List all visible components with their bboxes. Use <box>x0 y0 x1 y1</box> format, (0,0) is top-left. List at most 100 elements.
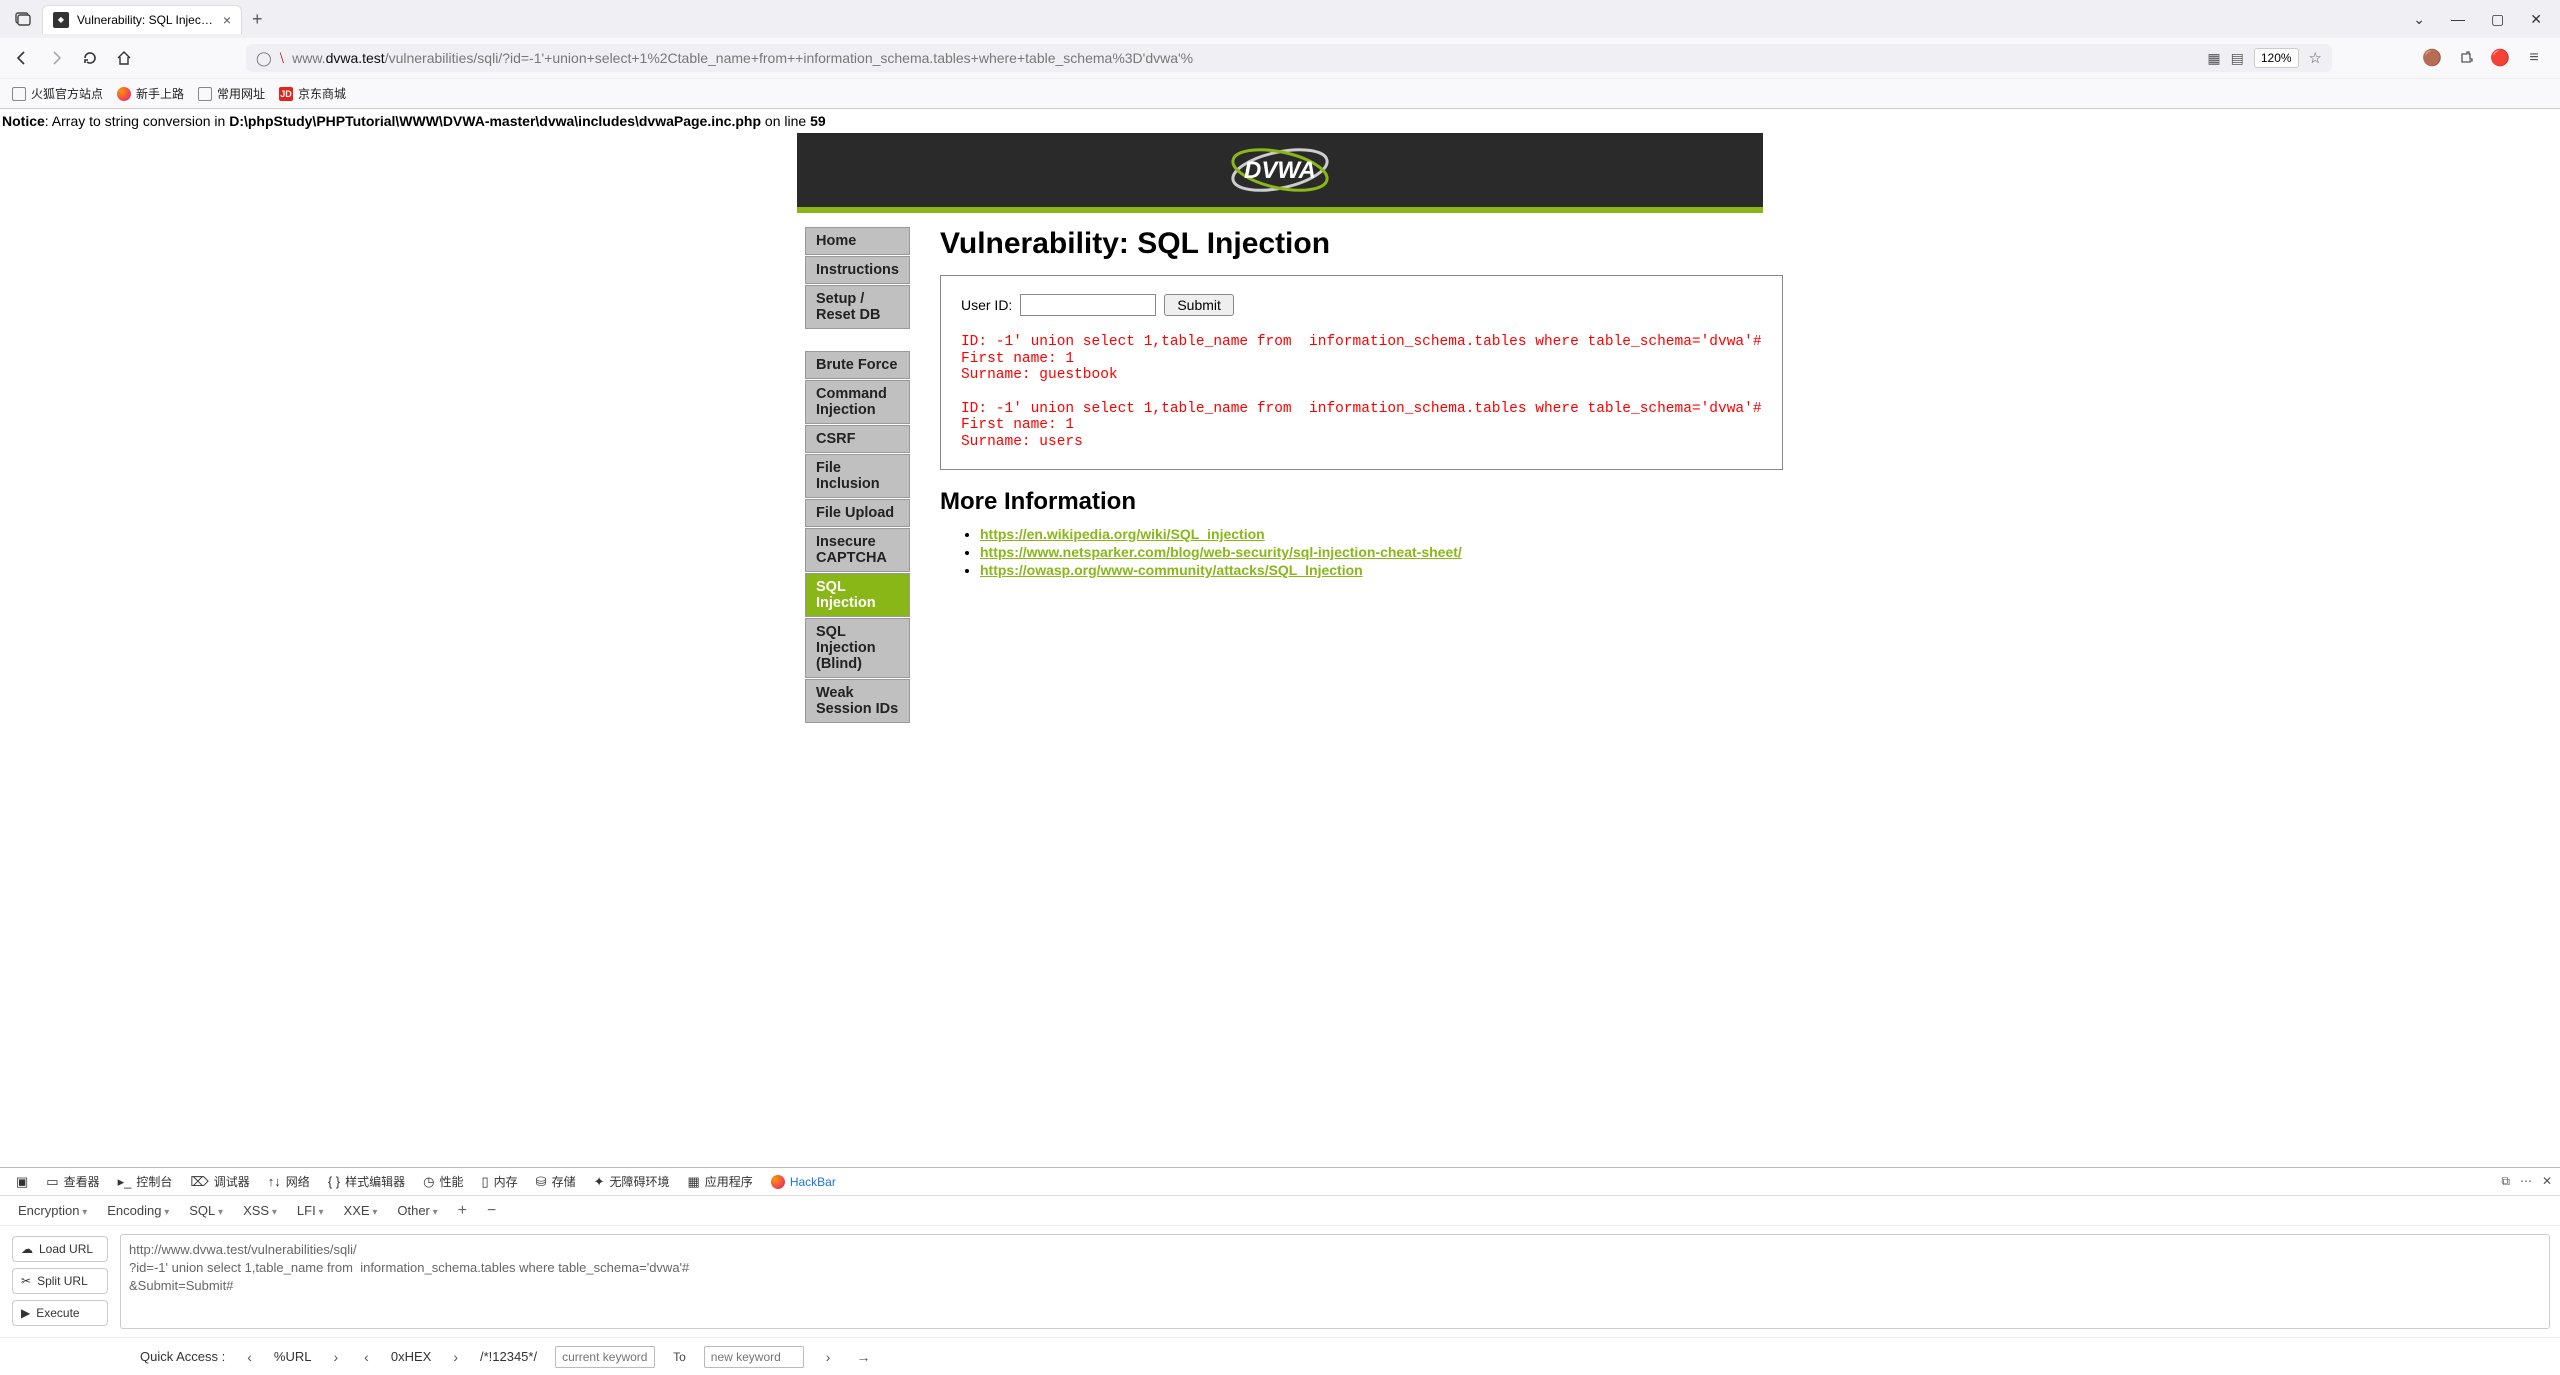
tabs-dropdown-icon[interactable]: ⌄ <box>2409 7 2429 32</box>
tab-application[interactable]: ▦应用程序 <box>680 1169 761 1194</box>
qa-go-icon[interactable]: → <box>852 1349 874 1365</box>
close-window-button[interactable]: ✕ <box>2526 7 2546 32</box>
extension-icon-2[interactable]: 🔴 <box>2490 48 2510 68</box>
tab-title: Vulnerability: SQL Injection :: <box>77 13 215 27</box>
menu-xxe[interactable]: XXE <box>344 1203 378 1218</box>
extension-icon-1[interactable]: 🟤 <box>2422 48 2442 68</box>
split-url-button[interactable]: ✂Split URL <box>12 1268 108 1294</box>
tab-storage[interactable]: ⛁存储 <box>528 1169 584 1194</box>
menu-lfi[interactable]: LFI <box>297 1203 324 1218</box>
devtools-more-icon[interactable]: ⋯ <box>2520 1174 2532 1189</box>
tab-label: 调试器 <box>214 1173 250 1190</box>
hackbar-url-textarea[interactable]: http://www.dvwa.test/vulnerabilities/sql… <box>120 1234 2550 1329</box>
sidebar-item-command-injection[interactable]: Command Injection <box>805 380 910 424</box>
new-keyword-input[interactable] <box>704 1346 804 1368</box>
quick-access-bar: Quick Access : ‹ %URL › ‹ 0xHEX › /*!123… <box>0 1337 2560 1375</box>
add-button[interactable]: + <box>458 1202 467 1220</box>
reader-icon[interactable]: ▤ <box>2231 50 2244 67</box>
tab-debugger[interactable]: ⌦调试器 <box>182 1169 257 1194</box>
load-url-button[interactable]: ☁Load URL <box>12 1236 108 1262</box>
devtools-dock-icon[interactable]: ⧉ <box>2501 1174 2510 1189</box>
svg-text:DVWA: DVWA <box>1244 157 1316 184</box>
lock-icon[interactable]: ⧵ <box>280 50 284 67</box>
bookmark-item[interactable]: 火狐官方站点 <box>12 85 103 102</box>
scissors-icon: ✂ <box>21 1274 31 1288</box>
reload-button[interactable] <box>78 46 102 70</box>
bookmark-star-icon[interactable]: ☆ <box>2309 49 2322 67</box>
sidebar-item-file-inclusion[interactable]: File Inclusion <box>805 454 910 498</box>
qa-item[interactable]: /*!12345*/ <box>480 1349 537 1364</box>
folder-icon <box>12 87 26 101</box>
sidebar-item-home[interactable]: Home <box>805 227 910 255</box>
home-button[interactable] <box>112 46 136 70</box>
info-link[interactable]: https://www.netsparker.com/blog/web-secu… <box>980 544 1462 560</box>
qr-icon[interactable]: ▦ <box>2207 50 2220 67</box>
remove-button[interactable]: − <box>487 1202 496 1220</box>
recent-tabs-button[interactable] <box>4 11 42 27</box>
tab-close-icon[interactable]: × <box>223 12 231 28</box>
extensions-icon[interactable] <box>2456 48 2476 68</box>
page-title: Vulnerability: SQL Injection <box>940 227 1783 261</box>
sidebar-item-insecure-captcha[interactable]: Insecure CAPTCHA <box>805 528 910 572</box>
sidebar-item-brute-force[interactable]: Brute Force <box>805 351 910 379</box>
execute-button[interactable]: ▶Execute <box>12 1300 108 1326</box>
page-viewport[interactable]: Notice: Array to string conversion in D:… <box>0 109 2560 1168</box>
qa-item[interactable]: 0xHEX <box>391 1349 431 1364</box>
info-link[interactable]: https://owasp.org/www-community/attacks/… <box>980 562 1363 578</box>
menu-xss[interactable]: XSS <box>243 1203 277 1218</box>
shield-icon[interactable]: ◯ <box>256 50 272 67</box>
button-label: Execute <box>36 1306 79 1320</box>
submit-button[interactable]: Submit <box>1164 294 1234 316</box>
forward-button[interactable] <box>44 46 68 70</box>
menu-sql[interactable]: SQL <box>189 1203 223 1218</box>
sidebar-item-instructions[interactable]: Instructions <box>805 256 910 284</box>
sidebar: Home Instructions Setup / Reset DB Brute… <box>805 227 910 745</box>
sidebar-item-sql-injection[interactable]: SQL Injection <box>805 573 910 617</box>
user-id-input[interactable] <box>1020 294 1156 316</box>
firefox-icon <box>771 1175 785 1189</box>
qa-prev-icon[interactable]: ‹ <box>243 1349 256 1365</box>
info-link[interactable]: https://en.wikipedia.org/wiki/SQL_inject… <box>980 526 1265 542</box>
sidebar-item-file-upload[interactable]: File Upload <box>805 499 910 527</box>
bookmark-item[interactable]: 新手上路 <box>117 85 184 102</box>
maximize-button[interactable]: ▢ <box>2487 7 2508 32</box>
tab-hackbar[interactable]: HackBar <box>763 1171 844 1193</box>
url-bar[interactable]: ◯ ⧵ www.dvwa.test/vulnerabilities/sqli/?… <box>246 44 2332 72</box>
qa-prev-icon[interactable]: ‹ <box>360 1349 373 1365</box>
current-keyword-input[interactable] <box>555 1346 655 1368</box>
menu-encryption[interactable]: Encryption <box>18 1203 87 1218</box>
tab-inspector[interactable]: ▭查看器 <box>38 1169 107 1194</box>
back-button[interactable] <box>10 46 34 70</box>
tab-style-editor[interactable]: { }样式编辑器 <box>320 1169 413 1194</box>
sidebar-item-weak-session-ids[interactable]: Weak Session IDs <box>805 679 910 723</box>
qa-item[interactable]: %URL <box>274 1349 312 1364</box>
menu-other[interactable]: Other <box>397 1203 437 1218</box>
bookmark-label: 京东商城 <box>298 85 346 102</box>
dvwa-container: DVWA Home Instructions Setup / Reset DB … <box>797 133 1763 759</box>
tab-network[interactable]: ↑↓网络 <box>260 1169 318 1194</box>
bookmark-item[interactable]: 常用网址 <box>198 85 265 102</box>
minimize-button[interactable]: — <box>2447 7 2469 32</box>
devtools-dock-button[interactable]: ▣ <box>8 1170 36 1194</box>
bookmarks-bar: 火狐官方站点 新手上路 常用网址 JD京东商城 <box>0 78 2560 108</box>
bookmark-item[interactable]: JD京东商城 <box>279 85 346 102</box>
tab-console[interactable]: ▸_控制台 <box>110 1169 181 1194</box>
url-host: dvwa.test <box>326 50 385 66</box>
new-tab-button[interactable]: + <box>242 9 273 30</box>
tab-accessibility[interactable]: ✦无障碍环境 <box>586 1169 678 1194</box>
sidebar-item-csrf[interactable]: CSRF <box>805 425 910 453</box>
qa-next-icon[interactable]: › <box>822 1349 835 1365</box>
tab-performance[interactable]: ◷性能 <box>415 1169 471 1194</box>
tab-label: 内存 <box>494 1173 518 1190</box>
sidebar-item-setup[interactable]: Setup / Reset DB <box>805 285 910 329</box>
browser-tab[interactable]: ◆ Vulnerability: SQL Injection :: × <box>42 5 242 34</box>
tab-memory[interactable]: ▯内存 <box>473 1169 525 1194</box>
qa-next-icon[interactable]: › <box>449 1349 462 1365</box>
devtools-close-icon[interactable]: ✕ <box>2542 1174 2552 1189</box>
app-menu-button[interactable]: ≡ <box>2524 48 2544 68</box>
sidebar-item-sql-injection-blind[interactable]: SQL Injection (Blind) <box>805 618 910 678</box>
devtools-panel: ▣ ▭查看器 ▸_控制台 ⌦调试器 ↑↓网络 { }样式编辑器 ◷性能 ▯内存 … <box>0 1167 2560 1375</box>
zoom-badge[interactable]: 120% <box>2254 48 2299 68</box>
menu-encoding[interactable]: Encoding <box>107 1203 169 1218</box>
qa-next-icon[interactable]: › <box>330 1349 343 1365</box>
